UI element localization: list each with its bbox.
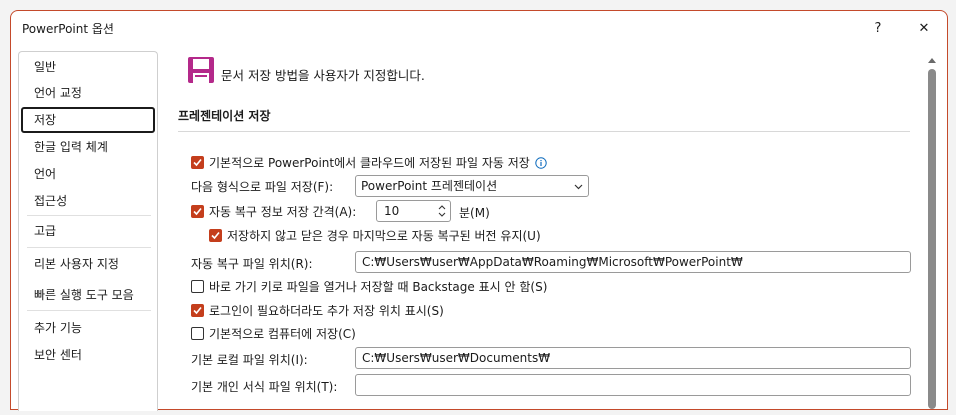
no-backstage-label: 바로 가기 키로 파일을 열거나 저장할 때 Backstage 표시 안 함(… [209, 280, 548, 294]
default-local-location-field[interactable]: C:₩Users₩user₩Documents₩ [355, 347, 911, 369]
save-format-value: PowerPoint 프레젠테이션 [361, 179, 498, 193]
keep-last-version-checkbox[interactable] [209, 229, 222, 242]
nav-item-add-ins[interactable]: 추가 기능 [21, 315, 155, 341]
minutes-unit-label: 분(M) [459, 206, 490, 220]
window-title: PowerPoint 옵션 [22, 22, 114, 36]
autorecover-minutes-spinner[interactable]: 10 [376, 200, 451, 222]
save-to-computer-label: 기본적으로 컴퓨터에 저장(C) [209, 327, 356, 341]
section-divider [178, 131, 910, 132]
page-description: 문서 저장 방법을 사용자가 지정합니다. [221, 68, 425, 83]
nav-item-customize-ribbon[interactable]: 리본 사용자 지정 [21, 251, 155, 277]
autorecover-location-label: 자동 복구 파일 위치(R): [191, 257, 313, 271]
no-backstage-checkbox[interactable] [191, 280, 204, 293]
show-additional-places-checkbox[interactable] [191, 304, 204, 317]
nav-item-ime[interactable]: 한글 입력 체계 [21, 134, 155, 160]
autosave-option[interactable]: 기본적으로 PowerPoint에서 클라우드에 저장된 파일 자동 저장 [191, 154, 547, 171]
section-title: 프레젠테이션 저장 [178, 109, 271, 123]
default-template-location-field[interactable] [355, 374, 911, 396]
scroll-up-icon[interactable] [928, 57, 936, 65]
autosave-checkbox[interactable] [191, 156, 204, 169]
close-button[interactable]: ✕ [909, 15, 939, 41]
autosave-label: 기본적으로 PowerPoint에서 클라우드에 저장된 파일 자동 저장 [209, 156, 530, 170]
nav-item-advanced[interactable]: 고급 [21, 218, 155, 244]
keep-last-version-label: 저장하지 않고 닫은 경우 마지막으로 자동 복구된 버전 유지(U) [227, 229, 541, 243]
help-icon: ? [874, 20, 882, 36]
autorecover-label: 자동 복구 정보 저장 간격(A): [209, 205, 357, 219]
vertical-scrollbar[interactable] [926, 55, 938, 415]
checkmark-icon [211, 231, 220, 240]
save-to-computer-checkbox[interactable] [191, 327, 204, 340]
save-options-panel: 문서 저장 방법을 사용자가 지정합니다. 프레젠테이션 저장 기본적으로 Po… [171, 51, 911, 411]
keep-last-version-option[interactable]: 저장하지 않고 닫은 경우 마지막으로 자동 복구된 버전 유지(U) [209, 227, 541, 244]
nav-item-accessibility[interactable]: 접근성 [21, 188, 155, 214]
autorecover-minutes-value: 10 [384, 204, 400, 218]
nav-item-language[interactable]: 언어 [21, 161, 155, 187]
show-additional-places-option[interactable]: 로그인이 필요하더라도 추가 저장 위치 표시(S) [191, 302, 444, 319]
nav-separator [27, 310, 151, 311]
autorecover-checkbox[interactable] [191, 205, 204, 218]
help-button[interactable]: ? [863, 15, 893, 41]
checkmark-icon [193, 158, 202, 167]
checkmark-icon [193, 306, 202, 315]
nav-item-save[interactable]: 저장 [21, 107, 155, 133]
scrollbar-thumb[interactable] [928, 69, 936, 409]
nav-item-general[interactable]: 일반 [21, 54, 155, 80]
nav-item-proofing[interactable]: 언어 교정 [21, 80, 155, 106]
options-dialog: PowerPoint 옵션 ? ✕ 일반 언어 교정 저장 한글 입력 체계 언… [10, 10, 948, 411]
chevron-down-icon [574, 184, 583, 190]
checkmark-icon [193, 207, 202, 216]
save-format-dropdown[interactable]: PowerPoint 프레젠테이션 [355, 175, 589, 197]
nav-item-quick-access-toolbar[interactable]: 빠른 실행 도구 모음 [21, 282, 155, 308]
nav-separator [27, 247, 151, 248]
save-to-computer-option[interactable]: 기본적으로 컴퓨터에 저장(C) [191, 325, 356, 342]
nav-separator [27, 215, 151, 216]
save-format-label: 다음 형식으로 파일 저장(F): [191, 180, 334, 194]
show-additional-places-label: 로그인이 필요하더라도 추가 저장 위치 표시(S) [209, 304, 444, 318]
autorecover-interval-option[interactable]: 자동 복구 정보 저장 간격(A): [191, 203, 356, 220]
nav-item-trust-center[interactable]: 보안 센터 [21, 342, 155, 368]
autorecover-location-field[interactable]: C:₩Users₩user₩AppData₩Roaming₩Microsoft₩… [355, 251, 911, 273]
options-nav: 일반 언어 교정 저장 한글 입력 체계 언어 접근성 고급 리본 사용자 지정… [18, 51, 158, 411]
default-local-location-label: 기본 로컬 파일 위치(I): [191, 353, 308, 367]
info-icon[interactable] [535, 156, 547, 169]
title-bar: PowerPoint 옵션 ? ✕ [11, 11, 947, 45]
no-backstage-option[interactable]: 바로 가기 키로 파일을 열거나 저장할 때 Backstage 표시 안 함(… [191, 278, 547, 295]
default-template-location-label: 기본 개인 서식 파일 위치(T): [191, 380, 338, 394]
spinner-arrows-icon[interactable] [437, 202, 447, 220]
save-icon [188, 57, 214, 83]
close-icon: ✕ [918, 20, 930, 36]
